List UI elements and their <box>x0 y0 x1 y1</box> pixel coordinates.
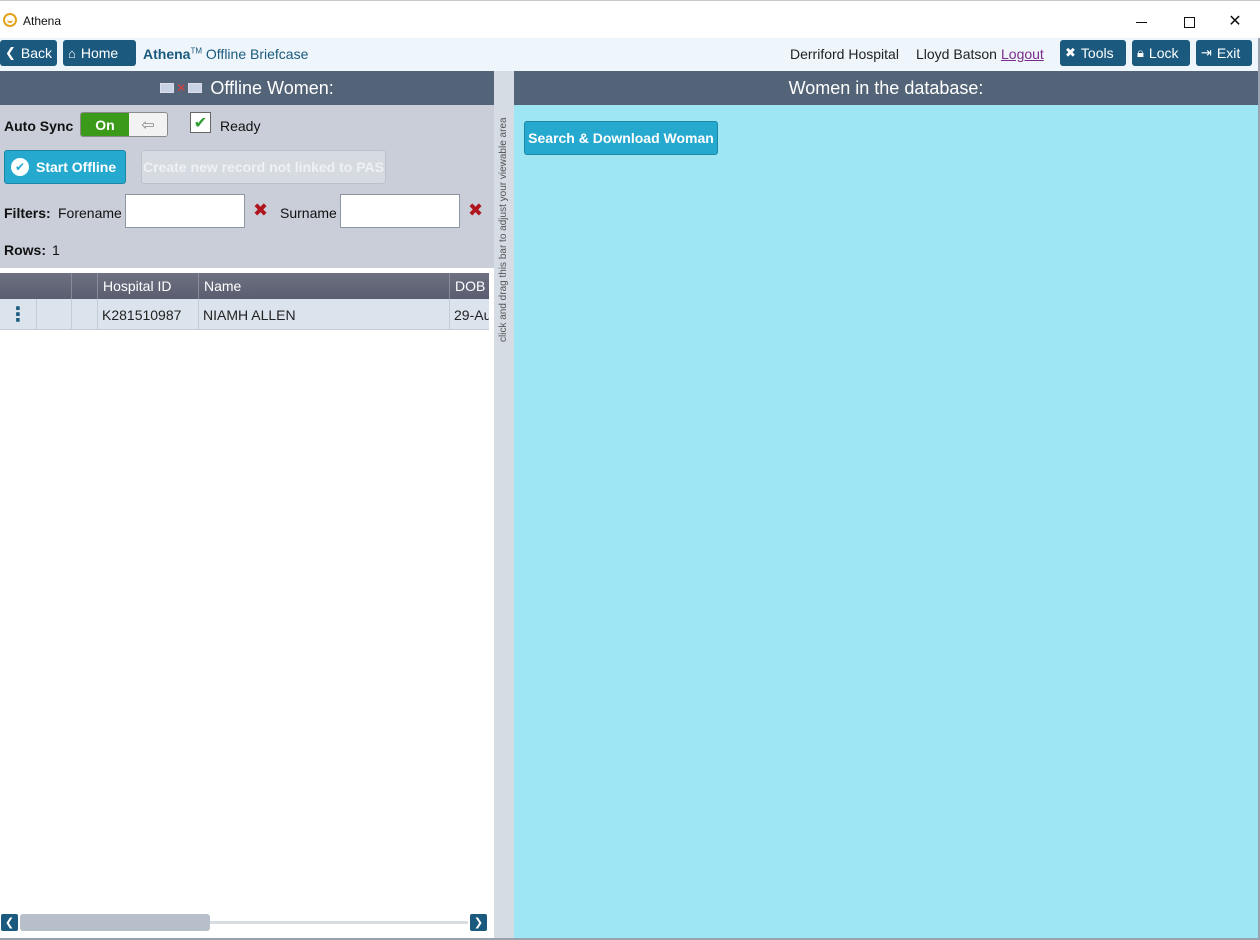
athena-logo-icon <box>3 13 17 27</box>
rows-label: Rows: <box>4 242 46 258</box>
breadcrumb-brand: Athena <box>143 46 191 62</box>
start-offline-label: Start Offline <box>36 159 117 175</box>
offline-women-grid: Hospital ID Name DOB ⋮ K281510987 NIAMH … <box>0 268 494 912</box>
search-download-label: Search & Download Woman <box>528 130 714 146</box>
ready-label: Ready <box>220 118 261 134</box>
breadcrumb: AthenaTM Offline Briefcase <box>143 46 308 62</box>
cell-name: NIAMH ALLEN <box>199 299 450 330</box>
breadcrumb-page: Offline Briefcase <box>205 46 309 62</box>
surname-input[interactable] <box>340 194 460 228</box>
ready-checkbox[interactable]: ✔ <box>190 112 211 133</box>
cell-hospital-id: K281510987 <box>98 299 199 330</box>
left-controls-panel: Auto Sync On ⇦ ✔ Ready ✔ Start Offline C… <box>0 105 494 268</box>
tools-button[interactable]: ✖ Tools <box>1060 40 1126 66</box>
column-header-dob[interactable]: DOB <box>450 273 489 299</box>
create-record-label: Create new record not linked to PAS <box>143 159 384 175</box>
close-button[interactable]: ✕ <box>1212 9 1258 35</box>
maximize-button[interactable] <box>1166 9 1212 35</box>
home-button[interactable]: ⌂ Home <box>63 40 136 66</box>
auto-sync-label: Auto Sync <box>4 118 74 134</box>
user-name: Lloyd Batson <box>916 46 997 62</box>
exit-button-label: Exit <box>1216 45 1241 61</box>
trademark-mark: TM <box>190 46 203 56</box>
checkmark-icon: ✔ <box>193 114 208 132</box>
minimize-icon <box>1135 21 1147 23</box>
scroll-thumb[interactable] <box>20 914 210 931</box>
grid-header-blank <box>72 273 98 299</box>
row-cell-blank <box>72 299 98 330</box>
home-icon: ⌂ <box>68 45 76 61</box>
window-title: Athena <box>23 14 62 28</box>
search-download-button[interactable]: Search & Download Woman <box>524 121 718 155</box>
scroll-right-icon[interactable]: ❯ <box>470 914 487 931</box>
rows-count: 1 <box>52 242 60 258</box>
database-women-panel <box>514 105 1258 938</box>
hospital-name: Derriford Hospital <box>790 46 899 62</box>
offline-women-title: Offline Women: <box>210 77 334 98</box>
exit-button[interactable]: ⇥ Exit <box>1196 40 1252 66</box>
exit-icon: ⇥ <box>1201 45 1212 60</box>
maximize-icon <box>1183 16 1195 28</box>
database-women-header: Women in the database: <box>514 71 1258 105</box>
splitter-hint: click and drag this bar to adjust your v… <box>498 117 509 342</box>
grid-header: Hospital ID Name DOB <box>0 273 489 299</box>
check-circle-icon: ✔ <box>11 158 29 176</box>
tools-button-label: Tools <box>1080 45 1114 61</box>
horizontal-scrollbar[interactable]: ❮ ❯ <box>0 912 494 934</box>
auto-sync-toggle[interactable]: On ⇦ <box>80 112 168 137</box>
toggle-arrow-left-icon: ⇦ <box>129 113 167 136</box>
logout-link[interactable]: Logout <box>1001 46 1044 62</box>
filters-label: Filters: <box>4 205 51 221</box>
grid-header-blank <box>0 273 72 299</box>
database-women-title: Women in the database: <box>788 77 984 98</box>
lock-button[interactable]: 🔒︎ Lock <box>1132 40 1190 66</box>
forename-label: Forename <box>58 205 122 221</box>
clear-forename-icon[interactable]: ✖ <box>253 201 268 219</box>
column-header-hospital-id[interactable]: Hospital ID <box>98 273 199 299</box>
clear-surname-icon[interactable]: ✖ <box>468 201 483 219</box>
navigation-bar: ❮ Back ⌂ Home AthenaTM Offline Briefcase… <box>0 38 1260 71</box>
surname-label: Surname <box>280 205 337 221</box>
chevron-left-icon: ❮ <box>5 45 16 60</box>
lock-icon: 🔒︎ <box>1137 45 1144 60</box>
scroll-left-icon[interactable]: ❮ <box>1 914 18 931</box>
create-record-button[interactable]: Create new record not linked to PAS <box>141 150 386 184</box>
close-icon: ✕ <box>1228 13 1242 30</box>
home-button-label: Home <box>80 45 119 61</box>
tools-icon: ✖ <box>1065 45 1076 60</box>
back-button-label: Back <box>20 45 53 61</box>
row-menu-icon[interactable]: ⋮ <box>0 299 37 330</box>
offline-devices-icon: ✕ <box>160 81 204 95</box>
cell-dob: 29-Au <box>454 306 489 323</box>
offline-women-header: ✕ Offline Women: <box>0 71 494 105</box>
window-titlebar: Athena ✕ <box>0 0 1260 38</box>
start-offline-button[interactable]: ✔ Start Offline <box>4 150 126 184</box>
back-button[interactable]: ❮ Back <box>0 40 57 66</box>
minimize-button[interactable] <box>1118 9 1164 35</box>
forename-input[interactable] <box>125 194 245 228</box>
row-cell-blank <box>37 299 72 330</box>
lock-button-label: Lock <box>1148 45 1179 61</box>
column-header-name[interactable]: Name <box>199 273 450 299</box>
toggle-on-state: On <box>81 113 129 136</box>
table-row[interactable]: ⋮ K281510987 NIAMH ALLEN 29-Au <box>0 299 489 330</box>
